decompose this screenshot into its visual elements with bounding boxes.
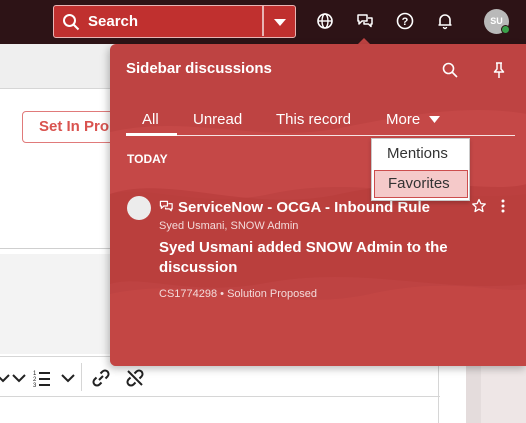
menu-item-mentions[interactable]: Mentions <box>372 139 469 170</box>
presence-indicator <box>501 25 510 34</box>
search-icon <box>63 14 80 31</box>
globe-icon[interactable] <box>315 11 335 31</box>
discussion-message: Syed Usmani added SNOW Admin to the disc… <box>159 239 448 276</box>
tab-unread[interactable]: Unread <box>193 111 242 128</box>
svg-text:?: ? <box>402 16 409 28</box>
more-options-icon[interactable] <box>498 198 508 214</box>
sidebar-discussions-panel: Sidebar discussions All Unread This reco… <box>110 44 526 366</box>
link-icon[interactable] <box>92 369 110 387</box>
search-icon[interactable] <box>441 61 459 79</box>
panel-title: Sidebar discussions <box>126 60 272 77</box>
caret-down-icon[interactable] <box>429 116 440 124</box>
active-tab-indicator <box>126 133 177 136</box>
discussion-title[interactable]: ServiceNow - OCGA - Inbound Rule <box>178 199 430 216</box>
editor-divider <box>0 396 440 397</box>
global-search[interactable]: Search <box>53 5 296 38</box>
search-label: Search <box>88 13 139 30</box>
menu-item-favorites[interactable]: Favorites <box>374 170 468 198</box>
chevron-down-icon[interactable] <box>59 369 77 387</box>
search-divider <box>262 6 264 36</box>
tab-more[interactable]: More <box>386 111 420 128</box>
chat-icon[interactable] <box>355 11 375 31</box>
top-navigation-bar: Search ? SU <box>0 0 526 46</box>
more-dropdown-menu: Mentions Favorites <box>371 138 470 201</box>
bell-icon[interactable] <box>435 11 455 31</box>
section-label: TODAY <box>127 152 168 166</box>
chat-icon <box>159 200 173 212</box>
discussion-meta: CS1774298 • Solution Proposed <box>159 288 317 300</box>
discussion-participants: Syed Usmani, SNOW Admin <box>159 220 299 232</box>
tab-this-record[interactable]: This record <box>276 111 351 128</box>
toolbar-separator <box>81 363 82 391</box>
star-icon[interactable] <box>471 198 487 214</box>
help-icon[interactable]: ? <box>395 11 415 31</box>
chevron-down-icon[interactable] <box>10 369 28 387</box>
editor-border <box>438 356 439 423</box>
pin-icon[interactable] <box>490 61 508 79</box>
unlink-icon[interactable] <box>126 369 144 387</box>
svg-text:3: 3 <box>33 383 37 387</box>
numbered-list-icon[interactable]: 1 2 3 <box>33 369 51 387</box>
tab-all[interactable]: All <box>142 111 159 128</box>
chevron-down-icon[interactable] <box>270 13 290 31</box>
tabs-divider <box>126 135 515 136</box>
discussion-avatar <box>127 196 151 220</box>
